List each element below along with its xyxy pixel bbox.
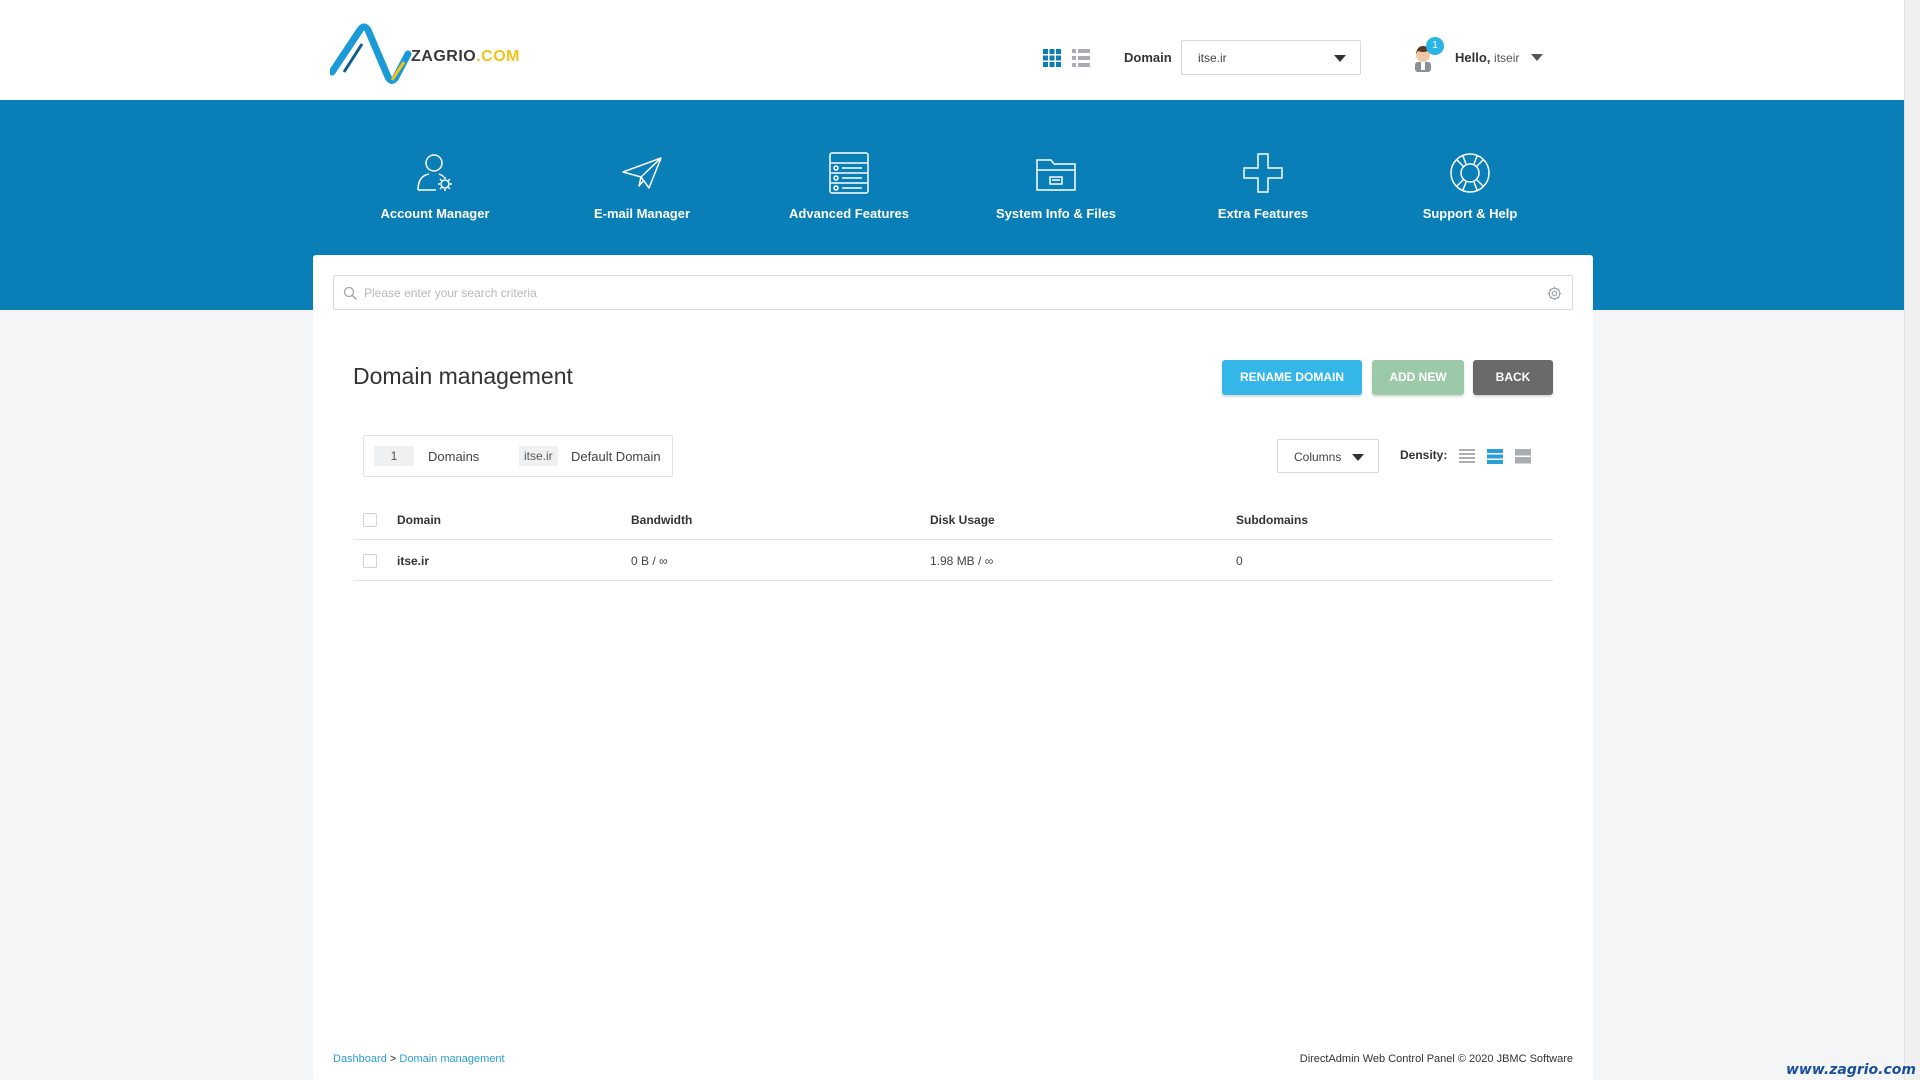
select-all-checkbox[interactable]: [363, 513, 377, 527]
density-compact-icon[interactable]: [1459, 448, 1475, 464]
domain-count-label: Domains: [428, 449, 480, 464]
username: itseir: [1494, 51, 1520, 65]
chevron-down-icon: [1334, 55, 1346, 62]
breadcrumb: Dashboard > Domain management: [333, 1053, 505, 1065]
nav-account-manager[interactable]: Account Manager: [345, 150, 525, 221]
default-domain-chip: itse.ir: [519, 446, 558, 466]
column-header-domain[interactable]: Domain: [397, 513, 441, 527]
page-scrollbar[interactable]: [1904, 0, 1920, 1080]
lifebuoy-icon: [1450, 153, 1490, 193]
search-bar[interactable]: [333, 275, 1573, 310]
density-comfortable-icon[interactable]: [1515, 448, 1531, 464]
default-domain-label: Default Domain: [571, 449, 661, 464]
table-header: Domain Bandwidth Disk Usage Subdomains: [353, 500, 1553, 540]
table-row: itse.ir 0 B / ∞ 1.98 MB / ∞ 0: [353, 540, 1553, 581]
notification-badge[interactable]: 1: [1426, 37, 1444, 55]
domain-select[interactable]: itse.ir: [1181, 40, 1361, 75]
bandwidth-cell: 0 B / ∞: [631, 554, 668, 568]
breadcrumb-current-link[interactable]: Domain management: [399, 1053, 504, 1065]
user-menu[interactable]: Hello, itseir: [1455, 50, 1519, 65]
domain-label: Domain: [1124, 50, 1172, 65]
breadcrumb-dashboard-link[interactable]: Dashboard: [333, 1053, 387, 1065]
subdomains-cell: 0: [1236, 554, 1243, 568]
nav-label: E-mail Manager: [593, 206, 691, 221]
columns-dropdown[interactable]: Columns: [1277, 439, 1379, 473]
hello-text: Hello,: [1455, 50, 1491, 65]
domain-select-value: itse.ir: [1198, 51, 1227, 65]
nav-system-info-files[interactable]: System Info & Files: [966, 150, 1146, 221]
domain-cell[interactable]: itse.ir: [397, 554, 429, 568]
nav-email-manager[interactable]: E-mail Manager: [552, 150, 732, 221]
copyright-text: DirectAdmin Web Control Panel © 2020 JBM…: [1299, 1053, 1573, 1065]
nav-label: Support & Help: [1422, 206, 1518, 221]
rename-domain-button[interactable]: RENAME DOMAIN: [1222, 360, 1362, 395]
column-header-subdomains[interactable]: Subdomains: [1236, 513, 1308, 527]
page-title: Domain management: [353, 363, 573, 389]
logo-text: ZAGRIO.COM: [411, 48, 520, 66]
nav-support-help[interactable]: Support & Help: [1380, 150, 1560, 221]
disk-usage-cell: 1.98 MB / ∞: [930, 554, 994, 568]
back-button[interactable]: BACK: [1473, 360, 1553, 395]
account-manager-icon: [417, 154, 452, 191]
column-header-disk-usage[interactable]: Disk Usage: [930, 513, 995, 527]
search-input[interactable]: [364, 282, 1524, 304]
nav-label: Extra Features: [1217, 206, 1309, 221]
nav-label: Account Manager: [380, 206, 490, 221]
breadcrumb-separator: >: [389, 1053, 397, 1065]
gear-icon[interactable]: [1547, 286, 1562, 301]
logo-text-tld: .COM: [476, 48, 520, 65]
watermark: www.zagrio.com: [1786, 1062, 1916, 1078]
row-checkbox[interactable]: [363, 554, 377, 568]
content-card: Domain management RENAME DOMAIN ADD NEW …: [313, 255, 1593, 1080]
paper-plane-icon: [622, 157, 662, 189]
nav-label: System Info & Files: [996, 206, 1116, 221]
domain-count: 1: [374, 446, 414, 466]
columns-label: Columns: [1294, 450, 1342, 464]
list-view-icon[interactable]: [1072, 49, 1090, 67]
density-normal-icon[interactable]: [1487, 448, 1503, 464]
search-icon: [343, 286, 357, 300]
nav-advanced-features[interactable]: Advanced Features: [759, 150, 939, 221]
domain-summary: 1 Domains itse.ir Default Domain: [363, 435, 673, 477]
logo-text-main: ZAGRIO: [411, 48, 477, 65]
grid-view-icon[interactable]: [1043, 49, 1061, 67]
column-header-bandwidth[interactable]: Bandwidth: [631, 513, 692, 527]
domains-table: Domain Bandwidth Disk Usage Subdomains i…: [353, 500, 1553, 581]
density-label: Density:: [1400, 448, 1448, 462]
server-icon: [829, 152, 869, 194]
add-new-button[interactable]: ADD NEW: [1372, 360, 1464, 395]
chevron-down-icon: [1352, 454, 1364, 461]
plus-icon: [1243, 153, 1283, 193]
folder-icon: [1036, 159, 1076, 191]
nav-extra-features[interactable]: Extra Features: [1173, 150, 1353, 221]
nav-label: Advanced Features: [789, 206, 909, 221]
top-header: ZAGRIO.COM Domain itse.ir 1 Hello, itsei…: [0, 0, 1904, 100]
chevron-down-icon[interactable]: [1531, 54, 1543, 61]
